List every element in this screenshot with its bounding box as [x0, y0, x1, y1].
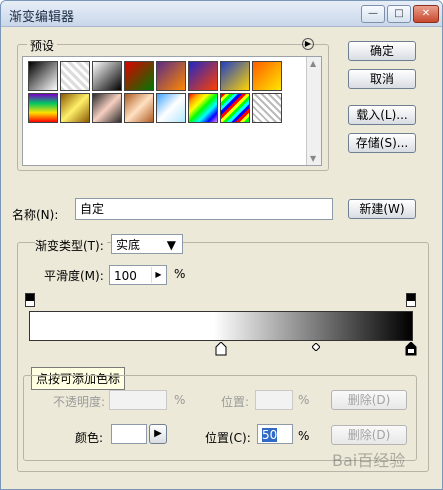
maximize-button[interactable]: □ [387, 5, 411, 23]
stepper-arrow-icon[interactable]: ▶ [151, 267, 165, 283]
opacity-label: 不透明度: [53, 395, 106, 409]
presets-menu-icon[interactable]: ▶ [302, 38, 314, 50]
color-menu-icon[interactable]: ▶ [149, 424, 167, 444]
load-button[interactable]: 载入(L)... [348, 105, 416, 125]
preset-swatch[interactable] [188, 93, 218, 123]
preset-swatch[interactable] [156, 61, 186, 91]
title-bar: 渐变编辑器 — □ ✕ [1, 1, 442, 27]
color-label: 颜色: [75, 431, 104, 445]
preset-swatch[interactable] [156, 93, 186, 123]
color-stop-white[interactable] [215, 341, 227, 356]
opacity-stop-left[interactable] [25, 293, 35, 307]
smoothness-field[interactable]: 100 ▶ [109, 265, 167, 285]
preset-swatch[interactable] [28, 93, 58, 123]
opacity-position-label: 位置: [221, 395, 250, 409]
smoothness-value: 100 [114, 269, 137, 283]
name-field[interactable]: 自定 [75, 198, 333, 220]
name-label: 名称(N): [12, 208, 59, 222]
preset-scrollbar[interactable]: ▲ ▼ [306, 57, 321, 165]
gradient-type-value: 实底 [116, 238, 141, 252]
presets-label: 预设 [27, 37, 58, 54]
preset-swatch[interactable] [220, 61, 250, 91]
gradient-type-select[interactable]: 实底 ▼ [111, 234, 183, 254]
color-stop-black[interactable] [405, 341, 417, 356]
preset-swatch[interactable] [60, 93, 90, 123]
delete-opacity-stop-button: 删除(D) [331, 390, 407, 410]
close-button[interactable]: ✕ [413, 5, 439, 23]
preset-swatch[interactable] [124, 61, 154, 91]
smoothness-percent: % [174, 267, 186, 281]
preset-swatch[interactable] [60, 61, 90, 91]
preset-swatch[interactable] [28, 61, 58, 91]
gradient-type-label: 渐变类型(T): [35, 237, 107, 254]
ok-button[interactable]: 确定 [348, 41, 416, 61]
color-swatch[interactable] [111, 424, 147, 444]
color-position-value: 50 [262, 428, 278, 442]
opacity-stop-right[interactable] [406, 293, 416, 307]
opacity-position-field [255, 390, 293, 410]
midpoint-diamond-icon[interactable] [311, 340, 321, 352]
preset-swatch[interactable] [188, 61, 218, 91]
gradient-preview-bar[interactable] [29, 311, 413, 341]
minimize-button[interactable]: — [361, 5, 385, 23]
opacity-percent: % [174, 393, 186, 407]
chevron-down-icon: ▼ [166, 238, 176, 252]
gradient-editor-window: 渐变编辑器 — □ ✕ 预设 ▶ ▲ ▼ 确定 取消 载入(L)... 存储(S… [0, 0, 443, 490]
watermark: Bai百经验 [332, 451, 406, 470]
new-button[interactable]: 新建(W) [348, 199, 416, 219]
scroll-down-icon[interactable]: ▼ [310, 154, 316, 163]
preset-swatch[interactable] [92, 93, 122, 123]
preset-swatch[interactable] [220, 93, 250, 123]
color-position-label: 位置(C): [205, 431, 251, 445]
cancel-button[interactable]: 取消 [348, 69, 416, 89]
opacity-field [109, 390, 167, 410]
delete-color-stop-button: 删除(D) [331, 425, 407, 445]
save-button[interactable]: 存储(S)... [348, 133, 416, 153]
preset-swatch[interactable] [92, 61, 122, 91]
opacity-position-percent: % [298, 393, 310, 407]
window-title: 渐变编辑器 [9, 10, 75, 25]
scroll-up-icon[interactable]: ▲ [310, 59, 316, 68]
preset-swatch[interactable] [252, 93, 282, 123]
color-position-field[interactable]: 50 [257, 424, 293, 444]
preset-swatches: ▲ ▼ [22, 56, 322, 166]
preset-swatch[interactable] [252, 61, 282, 91]
smoothness-label: 平滑度(M): [44, 269, 104, 283]
color-position-percent: % [298, 429, 310, 443]
preset-swatch[interactable] [124, 93, 154, 123]
